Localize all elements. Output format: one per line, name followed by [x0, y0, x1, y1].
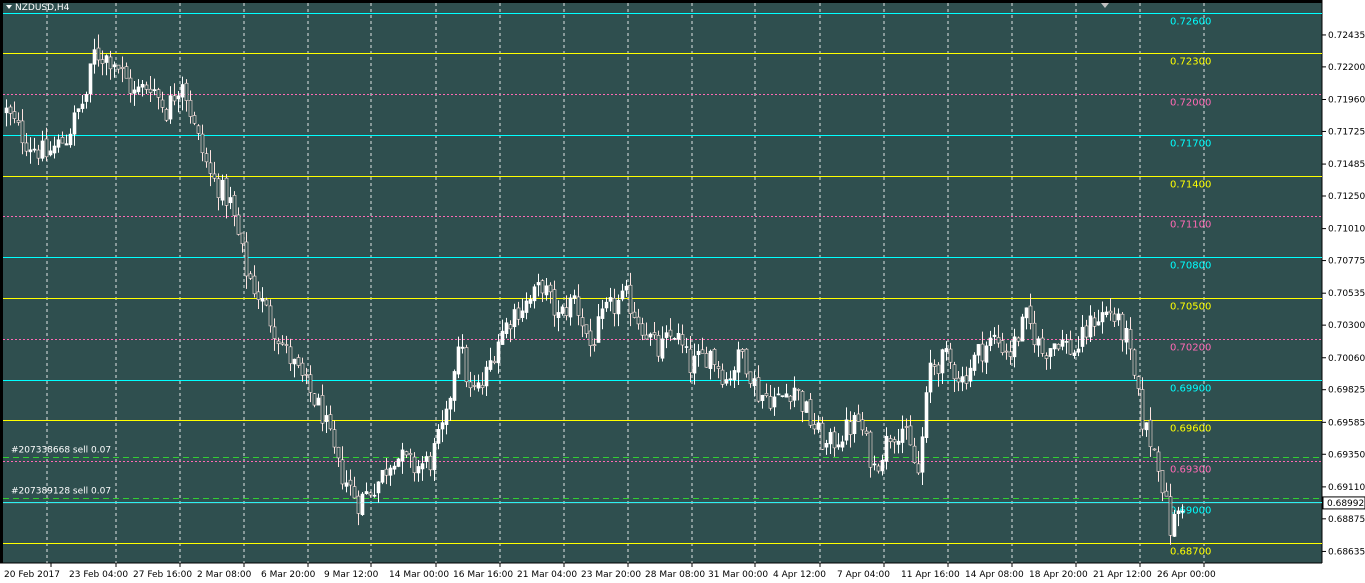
level-label: 0.69600 [1170, 424, 1211, 435]
x-tick-label: 9 Mar 12:00 [324, 570, 379, 580]
dropdown-arrow-icon[interactable] [6, 5, 12, 9]
y-tick-label: 0.71250 [1328, 192, 1365, 202]
x-tick-label: 26 Apr 00:00 [1157, 570, 1216, 580]
candle [1132, 348, 1137, 379]
level-label: 0.71700 [1170, 139, 1211, 150]
y-tick-label: 0.71485 [1328, 160, 1365, 170]
x-tick-label: 7 Apr 04:00 [837, 570, 890, 580]
x-tick-label: 28 Mar 08:00 [645, 570, 705, 580]
y-tick-label: 0.71010 [1328, 225, 1365, 235]
candle [360, 491, 365, 516]
x-tick-label: 31 Mar 00:00 [708, 570, 768, 580]
y-tick-label: 0.70300 [1328, 321, 1365, 331]
candle [1020, 313, 1025, 342]
y-tick-label: 0.69585 [1328, 418, 1365, 428]
current-price-label: 0.68992 [1327, 499, 1364, 509]
level-label: 0.69900 [1170, 384, 1211, 395]
level-label: 0.69300 [1170, 465, 1211, 476]
candle [924, 386, 929, 443]
x-tick-label: 20 Feb 2017 [4, 570, 60, 580]
level-label: 0.70200 [1170, 343, 1211, 354]
level-label: 0.72300 [1170, 57, 1211, 68]
y-tick-label: 0.69825 [1328, 386, 1365, 396]
x-tick-label: 11 Apr 16:00 [901, 570, 960, 580]
level-label: 0.70500 [1170, 302, 1211, 313]
candle [464, 344, 469, 388]
y-tick-label: 0.70535 [1328, 289, 1365, 299]
candle [312, 393, 317, 408]
candle [164, 107, 169, 122]
x-tick-label: 14 Apr 08:00 [965, 570, 1024, 580]
chart-window: 20 Feb 2017 23 Feb 04:00 27 Feb 16:00 2 Mar… [0, 0, 1365, 583]
candle [804, 400, 809, 413]
y-tick-label: 0.69350 [1328, 450, 1365, 460]
level-label: 0.70800 [1170, 261, 1211, 272]
x-tick-label: 21 Mar 04:00 [517, 570, 577, 580]
y-tick-label: 0.72200 [1328, 63, 1365, 73]
plot-area[interactable] [3, 3, 1322, 563]
y-tick-label: 0.69110 [1328, 483, 1365, 493]
y-tick-label: 0.68875 [1328, 515, 1365, 525]
candle [380, 469, 385, 485]
level-label: 0.68700 [1170, 547, 1211, 558]
order-label: #207389128 sell 0.07 [11, 487, 111, 497]
level-label: 0.71100 [1170, 220, 1211, 231]
y-tick-label: 0.71960 [1328, 96, 1365, 106]
x-tick-label: 14 Mar 00:00 [389, 570, 449, 580]
y-tick-label: 0.68635 [1328, 547, 1365, 557]
candle [744, 348, 749, 378]
level-label: 0.72000 [1170, 98, 1211, 109]
x-tick-label: 4 Apr 12:00 [773, 570, 826, 580]
y-tick-label: 0.70060 [1328, 354, 1365, 364]
x-tick-label: 2 Mar 08:00 [197, 570, 252, 580]
x-tick-label: 16 Mar 16:00 [453, 570, 513, 580]
x-tick-label: 6 Mar 20:00 [261, 570, 316, 580]
y-tick-label: 0.70775 [1328, 257, 1365, 267]
x-tick-label: 23 Feb 04:00 [69, 570, 128, 580]
level-label: 0.72600 [1170, 17, 1211, 28]
level-label: 0.71400 [1170, 180, 1211, 191]
symbol-title[interactable]: NZDUSD,H4 [6, 3, 69, 13]
x-tick-label: 27 Feb 16:00 [133, 570, 192, 580]
price-chart: 20 Feb 2017 23 Feb 04:00 27 Feb 16:00 2 Mar… [0, 0, 1365, 583]
y-tick-label: 0.72435 [1328, 31, 1365, 41]
candle [396, 457, 401, 468]
x-tick-label: 23 Mar 20:00 [581, 570, 641, 580]
symbol-title-text: NZDUSD,H4 [15, 3, 70, 13]
order-label: #207338668 sell 0.07 [11, 446, 111, 456]
y-tick-label: 0.71725 [1328, 127, 1365, 137]
x-tick-label: 21 Apr 12:00 [1093, 570, 1152, 580]
x-tick-label: 18 Apr 20:00 [1029, 570, 1088, 580]
